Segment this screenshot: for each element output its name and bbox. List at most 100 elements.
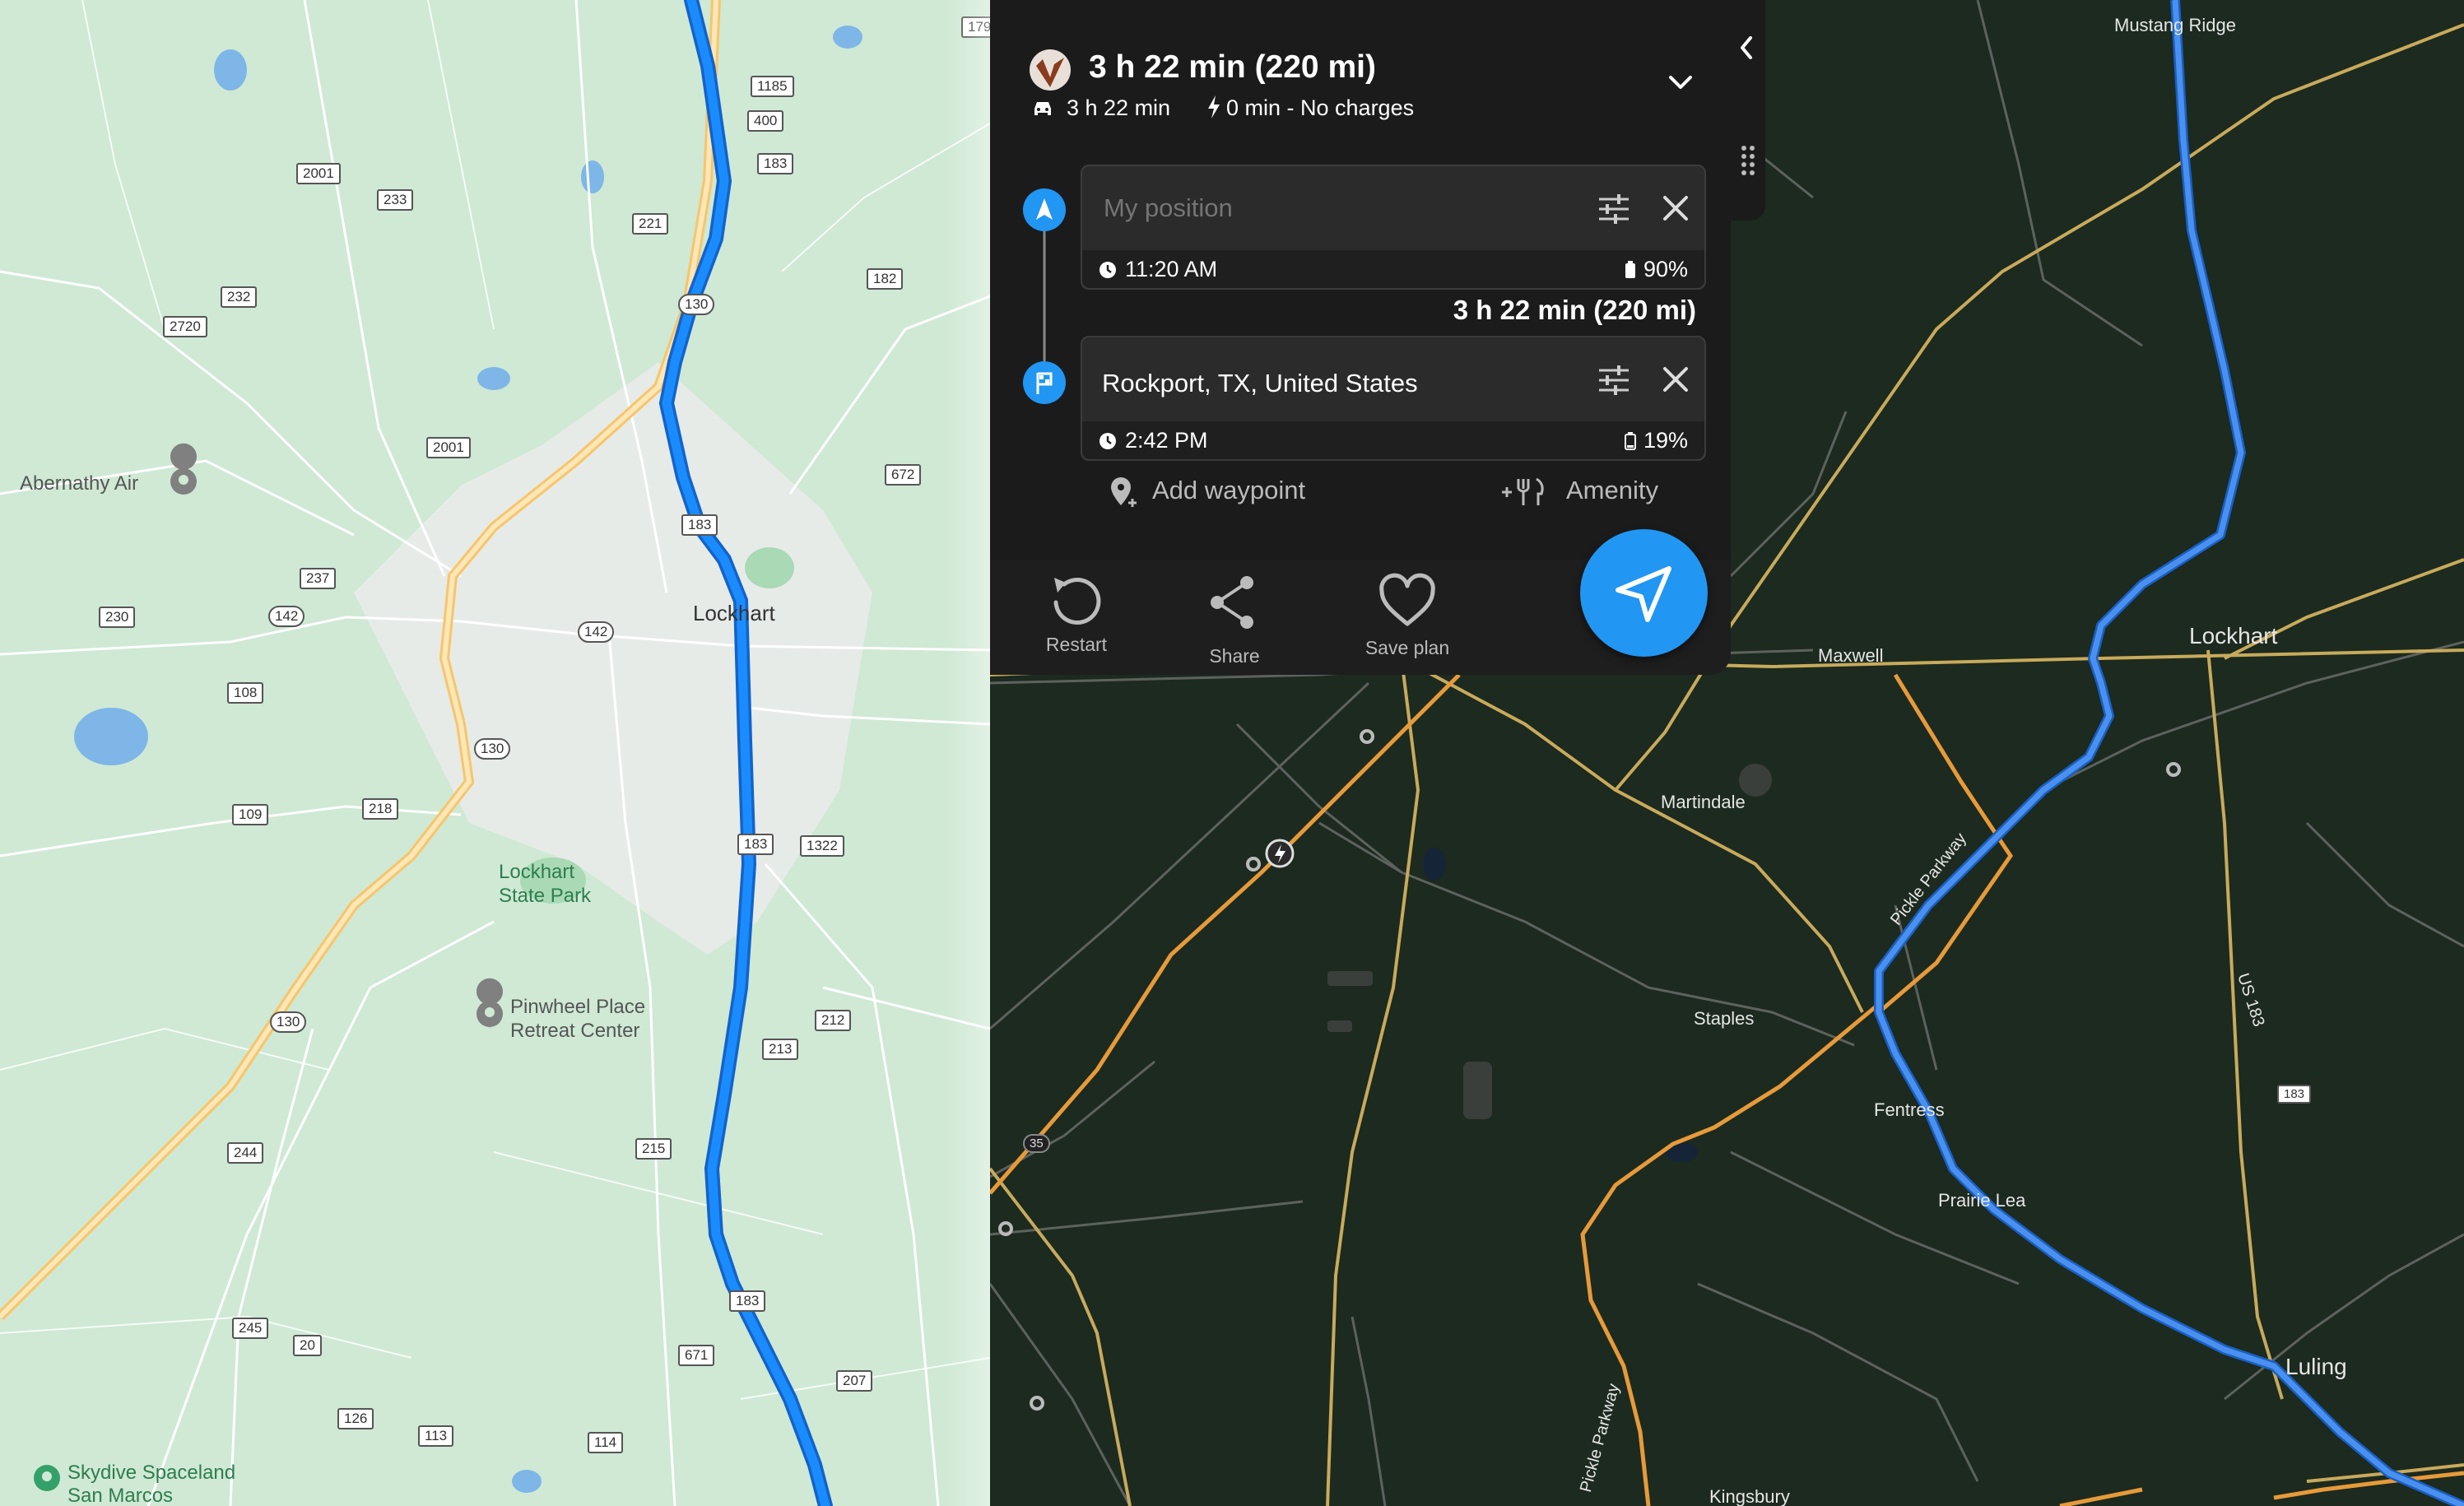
road-shield: 130 [270, 1011, 307, 1033]
road-shield: 233 [377, 189, 414, 211]
road-shield: 2001 [426, 437, 471, 458]
destination-battery: 19% [1643, 428, 1688, 453]
share-icon [1211, 576, 1253, 629]
amenity-button[interactable]: Amenity [1500, 471, 1698, 512]
map-label-skydive-2: San Marcos [67, 1485, 174, 1506]
map-label-lockhart-dark: Lockhart [2189, 623, 2278, 648]
road-shield: 237 [300, 568, 337, 589]
clock-icon [1100, 262, 1116, 278]
road-shield: 126 [337, 1408, 374, 1429]
road-shield: 183 [2277, 1085, 2312, 1104]
chevron-down-icon[interactable] [1667, 72, 1695, 92]
road-shield: 1322 [800, 835, 844, 857]
share-button[interactable]: Share [1188, 568, 1286, 675]
map-label-abernathy: Abernathy Air [20, 472, 139, 495]
restaurant-plus-icon [1502, 477, 1544, 505]
map-label-kingsbury: Kingsbury [1709, 1486, 1790, 1506]
road-shield: 2720 [163, 316, 207, 337]
road-shield: 213 [762, 1039, 799, 1060]
map-light[interactable]: Abernathy Air Lockhart Lockhart State Pa… [0, 0, 990, 1506]
road-shield: 218 [362, 798, 399, 820]
road-shield: 130 [678, 294, 715, 315]
car-icon [1034, 102, 1051, 115]
start-navigation-button[interactable] [1580, 529, 1708, 657]
side-collapse-tab[interactable] [1731, 0, 1765, 221]
drive-time: 3 h 22 min [1067, 95, 1171, 120]
destination-input[interactable]: Rockport, TX, United States [1102, 369, 1418, 398]
options-sliders-icon[interactable] [1597, 364, 1630, 397]
road-shield: 1185 [751, 76, 794, 97]
road-shield: 113 [418, 1425, 454, 1447]
road-shield: 2001 [296, 163, 341, 184]
vehicle-avatar-icon [1030, 49, 1071, 91]
road-shield: 142 [268, 606, 305, 627]
restart-button[interactable]: Restart [1023, 568, 1122, 667]
battery-icon [1625, 432, 1636, 450]
map-label-mustang-ridge: Mustang Ridge [2114, 15, 2236, 35]
road-shield: 244 [227, 1142, 264, 1164]
save-plan-label: Save plan [1364, 637, 1450, 658]
battery-icon [1625, 261, 1635, 278]
destination-time: 2:42 PM [1125, 428, 1208, 453]
map-label-state-park-1: Lockhart [499, 861, 575, 883]
map-label-lockhart: Lockhart [693, 601, 775, 625]
heart-icon [1379, 573, 1435, 626]
road-shield: 108 [227, 682, 264, 704]
road-shield: 212 [815, 1010, 852, 1031]
clock-icon [1100, 433, 1116, 449]
destination-card[interactable]: Rockport, TX, United States 2:42 PM 19% [1081, 336, 1706, 461]
road-shield: 183 [757, 153, 794, 174]
restart-icon [1053, 578, 1101, 625]
road-shield: 221 [632, 213, 669, 235]
amenity-label: Amenity [1566, 476, 1658, 504]
map-label-skydive-1: Skydive Spaceland [67, 1462, 236, 1484]
road-shield: 183 [737, 834, 774, 855]
road-shield: 183 [681, 514, 718, 536]
share-label: Share [1209, 645, 1260, 667]
map-label-pinwheel-2: Retreat Center [510, 1020, 640, 1042]
map-label-martindale: Martindale [1661, 792, 1746, 812]
road-shield: 183 [729, 1290, 766, 1312]
road-shield: 207 [836, 1370, 873, 1392]
map-label-fentress: Fentress [1874, 1099, 1945, 1120]
close-icon[interactable] [1662, 194, 1690, 222]
map-label-state-park-2: State Park [499, 885, 592, 907]
leg-summary: 3 h 22 min (220 mi) [1453, 295, 1696, 325]
options-sliders-icon[interactable] [1597, 193, 1630, 225]
bolt-icon [1208, 95, 1220, 119]
origin-input[interactable] [1102, 184, 1566, 232]
road-shield: 400 [747, 110, 784, 132]
close-icon[interactable] [1662, 365, 1690, 393]
road-shield: 20 [293, 1335, 322, 1356]
origin-card[interactable]: 11:20 AM 90% [1081, 165, 1706, 290]
road-shield: 230 [99, 607, 136, 628]
route-timeline [1023, 188, 1066, 404]
save-plan-button[interactable]: Save plan [1344, 568, 1467, 675]
road-shield: 109 [232, 804, 269, 825]
route-summary-title: 3 h 22 min (220 mi) [1089, 49, 1376, 85]
add-waypoint-button[interactable]: Add waypoint [1109, 471, 1356, 512]
road-shield: 245 [232, 1318, 269, 1339]
map-label-luling: Luling [2285, 1354, 2347, 1379]
origin-time: 11:20 AM [1125, 257, 1218, 281]
map-label-pinwheel-1: Pinwheel Place [510, 996, 646, 1018]
road-shield: 671 [678, 1345, 715, 1366]
road-shield: 232 [221, 286, 258, 308]
map-label-staples: Staples [1694, 1008, 1755, 1029]
destination-card-footer: 2:42 PM 19% [1082, 421, 1704, 459]
origin-card-footer: 11:20 AM 90% [1082, 250, 1704, 288]
road-shield: 35 [1023, 1134, 1050, 1153]
road-shield: 672 [885, 464, 922, 486]
navigation-arrow-icon [1616, 566, 1671, 622]
road-shield: 114 [588, 1432, 624, 1453]
road-shield: 179 [961, 16, 990, 38]
origin-battery: 90% [1643, 257, 1688, 281]
add-location-icon [1111, 477, 1137, 507]
map-label-prairie-lea: Prairie Lea [1938, 1190, 2026, 1211]
road-shield: 130 [474, 738, 511, 760]
restart-label: Restart [1045, 634, 1108, 655]
road-shield: 215 [635, 1138, 672, 1160]
side-tab-icons [1741, 36, 1755, 175]
charge-info: 0 min - No charges [1226, 95, 1415, 120]
road-shield: 142 [578, 621, 615, 643]
